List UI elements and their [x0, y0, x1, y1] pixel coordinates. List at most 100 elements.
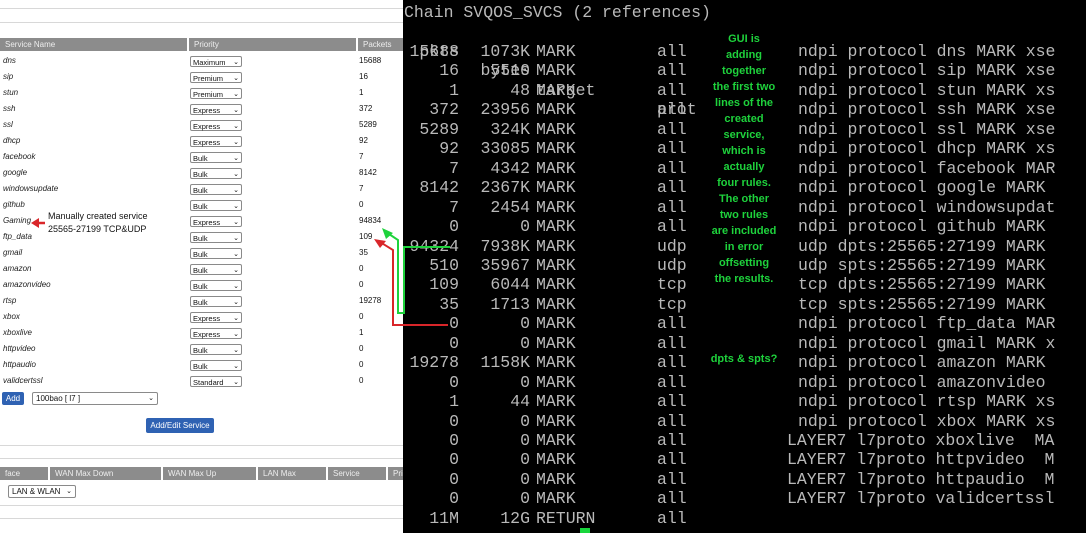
- service-name: ssl: [3, 120, 13, 129]
- packet-count: 0: [359, 344, 364, 353]
- rule-match: LAYER7 l7proto xboxlive MA: [787, 431, 1055, 450]
- priority-select[interactable]: Bulk ⌄: [190, 280, 242, 291]
- chevron-down-icon: ⌄: [148, 395, 154, 402]
- service-select[interactable]: 100bao [ l7 ] ⌄: [32, 392, 158, 405]
- rule-pkts: 0: [449, 333, 459, 353]
- rule-bytes: 44: [510, 392, 530, 412]
- priority-value: Express: [193, 330, 221, 339]
- rule-bytes: 33085: [480, 139, 530, 159]
- table-row: validcertssl Standard ⌄ 0: [0, 374, 403, 390]
- priority-select[interactable]: Premium ⌄: [190, 88, 242, 99]
- priority-select[interactable]: Standard ⌄: [190, 376, 242, 387]
- priority-select[interactable]: Bulk ⌄: [190, 184, 242, 195]
- rule-match: ndpi protocol amazon MARK: [798, 353, 1046, 373]
- priority-select[interactable]: Maximum ⌄: [190, 56, 242, 67]
- priority-select[interactable]: Bulk ⌄: [190, 296, 242, 307]
- rule-prot: all: [657, 431, 687, 450]
- rule-line: 0 0 MARK all LAYER7 l7proto validcertssl: [403, 489, 1086, 508]
- rule-pkts: 92: [439, 139, 459, 159]
- service-name: google: [3, 168, 28, 177]
- rule-target: MARK: [536, 217, 576, 237]
- priority-value: Express: [193, 106, 221, 115]
- priority-select[interactable]: Bulk ⌄: [190, 232, 242, 243]
- chevron-down-icon: ⌄: [233, 283, 239, 290]
- header-wan-max-up: WAN Max Up: [163, 467, 256, 480]
- priority-select[interactable]: Express ⌄: [190, 104, 242, 115]
- rule-bytes: 12G: [500, 508, 530, 528]
- packet-count: 0: [359, 264, 364, 273]
- priority-select[interactable]: Bulk ⌄: [190, 360, 242, 371]
- priority-value: Premium: [193, 90, 224, 99]
- rule-prot: all: [657, 353, 687, 373]
- rule-line: 0 0 MARK all ndpi protocol ftp_data MAR: [403, 314, 1086, 333]
- rule-match: ndpi protocol dns MARK xse: [798, 42, 1056, 61]
- rule-pkts: 0: [449, 217, 459, 237]
- rule-bytes: 0: [520, 314, 530, 334]
- packet-count: 0: [359, 360, 364, 369]
- rule-pkts: 11M: [429, 508, 459, 528]
- chevron-down-icon: ⌄: [233, 331, 239, 338]
- rule-match: ndpi protocol amazonvideo: [798, 372, 1046, 392]
- rule-bytes: 0: [520, 411, 530, 431]
- add-button[interactable]: Add: [2, 392, 24, 405]
- add-edit-service-button[interactable]: Add/Edit Service: [146, 418, 214, 433]
- priority-value: Express: [193, 314, 221, 323]
- terminal-window[interactable]: Chain SVQOS_SVCS (2 references) pkts byt…: [403, 0, 1086, 533]
- rule-pkts: 0: [449, 411, 459, 431]
- priority-select[interactable]: Express ⌄: [190, 120, 242, 131]
- rule-bytes: 0: [520, 469, 530, 489]
- priority-select[interactable]: Bulk ⌄: [190, 152, 242, 163]
- header-priority-short: Pri: [388, 467, 403, 480]
- priority-select[interactable]: Express ⌄: [190, 328, 242, 339]
- priority-select[interactable]: Bulk ⌄: [190, 248, 242, 259]
- priority-select[interactable]: Bulk ⌄: [190, 200, 242, 211]
- annotation-line-1: Manually created service: [48, 211, 148, 221]
- rule-target: MARK: [536, 61, 576, 81]
- interface-select[interactable]: LAN & WLAN ⌄: [8, 485, 76, 498]
- priority-select[interactable]: Express ⌄: [190, 216, 242, 227]
- service-name: sip: [3, 72, 14, 81]
- annotation-note-line: The other: [718, 193, 770, 205]
- rule-target: MARK: [536, 178, 576, 198]
- rule-prot: all: [657, 508, 687, 528]
- annotation-note-line: lines of the: [714, 97, 774, 109]
- rule-bytes: 2454: [490, 197, 530, 217]
- table-row: stun Premium ⌄ 1: [0, 86, 403, 102]
- rule-target: MARK: [536, 450, 576, 470]
- rule-target: MARK: [536, 80, 576, 100]
- packet-count: 0: [359, 376, 364, 385]
- header-service: Service: [328, 467, 386, 480]
- annotation-note-line: created: [724, 113, 764, 125]
- priority-select[interactable]: Express ⌄: [190, 136, 242, 147]
- priority-select[interactable]: Bulk ⌄: [190, 264, 242, 275]
- table-row: sip Premium ⌄ 16: [0, 70, 403, 86]
- chevron-down-icon: ⌄: [233, 379, 239, 386]
- priority-select[interactable]: Bulk ⌄: [190, 344, 242, 355]
- table-row: google Bulk ⌄ 8142: [0, 166, 403, 182]
- rule-line: 1 44 MARK all ndpi protocol rtsp MARK xs: [403, 392, 1086, 411]
- rule-prot: tcp: [657, 294, 687, 314]
- priority-value: Premium: [193, 74, 224, 83]
- rule-match: ndpi protocol sip MARK xse: [798, 61, 1056, 81]
- service-name: validcertssl: [3, 376, 43, 385]
- priority-select[interactable]: Bulk ⌄: [190, 168, 242, 179]
- rule-target: MARK: [536, 353, 576, 373]
- rule-pkts: 0: [449, 372, 459, 392]
- packet-count: 92: [359, 136, 368, 145]
- rule-bytes: 23956: [480, 100, 530, 120]
- rule-prot: all: [657, 80, 687, 100]
- service-name: github: [3, 200, 25, 209]
- rule-match: udp dpts:25565:27199 MARK: [798, 236, 1046, 256]
- divider: [0, 458, 403, 459]
- priority-value: Express: [193, 218, 221, 227]
- priority-select[interactable]: Premium ⌄: [190, 72, 242, 83]
- chevron-down-icon: ⌄: [66, 488, 72, 495]
- packet-count: 1: [359, 328, 364, 337]
- chevron-down-icon: ⌄: [233, 91, 239, 98]
- chevron-down-icon: ⌄: [233, 203, 239, 210]
- chevron-down-icon: ⌄: [233, 139, 239, 146]
- chevron-down-icon: ⌄: [233, 171, 239, 178]
- rule-bytes: 6044: [490, 275, 530, 295]
- priority-select[interactable]: Express ⌄: [190, 312, 242, 323]
- rule-prot: all: [657, 489, 687, 509]
